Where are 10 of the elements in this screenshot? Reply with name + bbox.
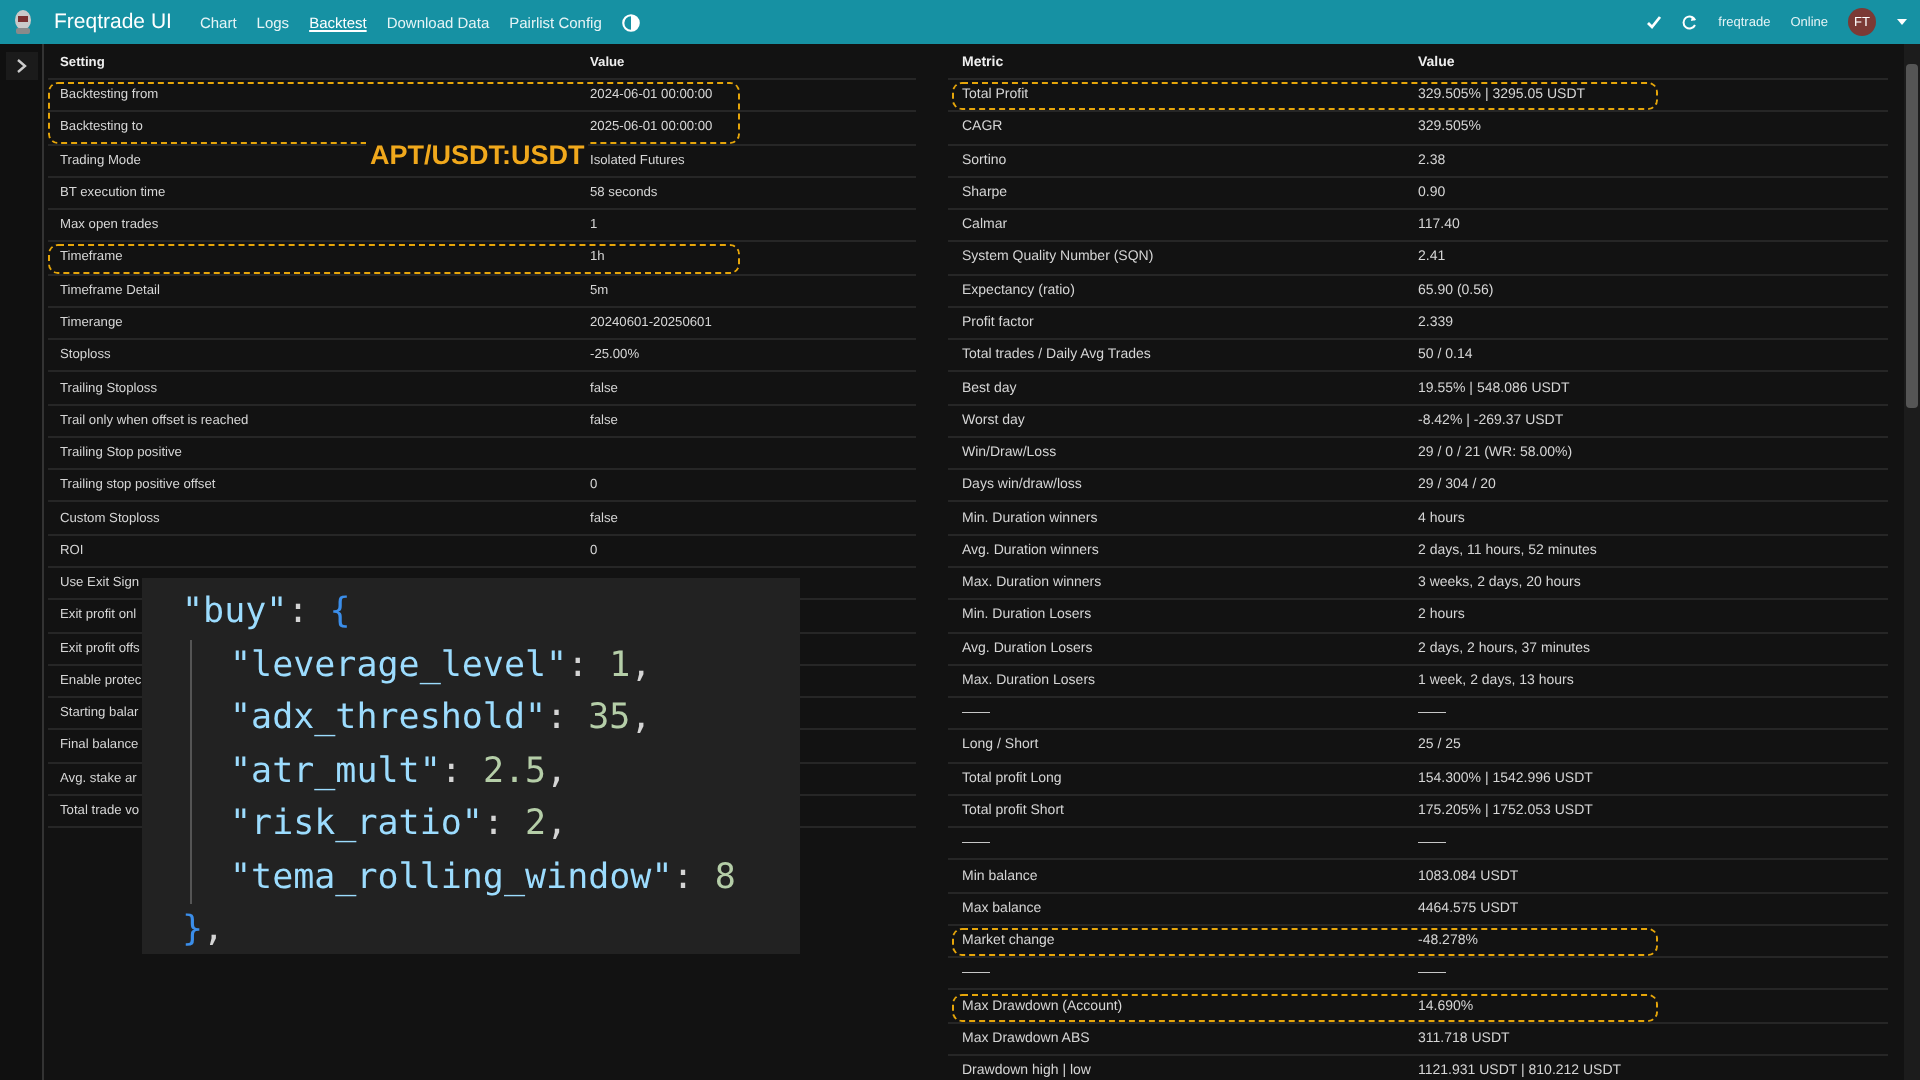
theme-toggle-icon[interactable] [621,13,640,31]
check-icon[interactable] [1646,14,1663,30]
caret-icon[interactable] [1896,16,1908,28]
chevron-icon [15,58,27,74]
app-title[interactable]: Freqtrade UI [54,10,172,34]
sidebar-toggle[interactable] [5,52,37,80]
refresh-icon[interactable] [1682,14,1699,30]
code-snippet: "buy": { "leverage_level": 1, "adx_threshold": 35, "atr_mult": 2.5, "risk_ratio": 2, "tema_rolling_window": 8 }, [142,578,800,954]
robot-logo-icon [12,8,34,36]
pair-label: APT/USDT:USDT [366,140,589,170]
